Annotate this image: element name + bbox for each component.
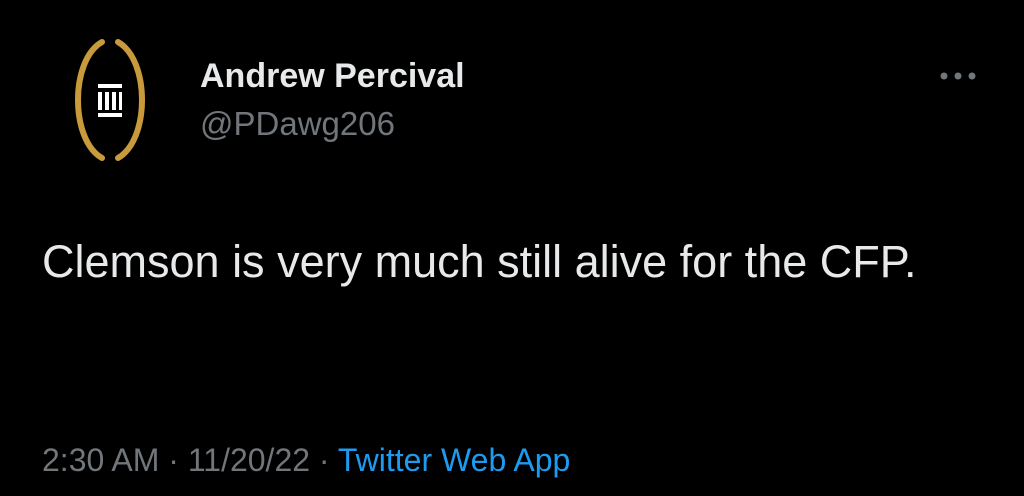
tweet-metadata: 2:30 AM · 11/20/22 · Twitter Web App bbox=[42, 438, 570, 482]
author-handle[interactable]: @PDawg206 bbox=[200, 104, 395, 144]
author-display-name[interactable]: Andrew Percival bbox=[200, 56, 465, 96]
tweet-source-link[interactable]: Twitter Web App bbox=[338, 442, 570, 478]
more-options-button[interactable] bbox=[934, 64, 982, 88]
tweet-date[interactable]: 11/20/22 bbox=[188, 442, 310, 478]
tweet-time[interactable]: 2:30 AM bbox=[42, 442, 159, 478]
tweet-card: Andrew Percival @PDawg206 Clemson is ver… bbox=[0, 0, 1024, 496]
tweet-text: Clemson is very much still alive for the… bbox=[42, 236, 917, 287]
more-horizontal-icon bbox=[940, 72, 976, 80]
separator: · bbox=[168, 442, 179, 478]
cfp-logo-icon bbox=[75, 39, 145, 161]
separator: · bbox=[318, 442, 330, 478]
avatar[interactable] bbox=[62, 38, 158, 162]
